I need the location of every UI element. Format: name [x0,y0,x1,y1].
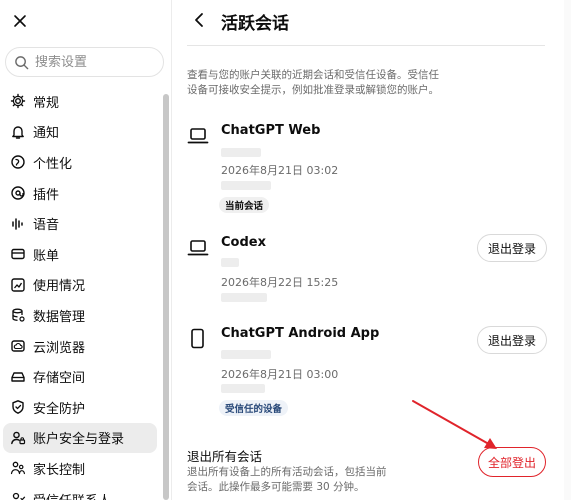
cloud-browser-icon [10,338,26,354]
divider [187,45,545,46]
sidebar-item-label: 数据管理 [33,309,86,325]
page-description: 查看与您的账户关联的近期会话和受信任设备。受信任设备可接收安全提示，例如批准登录… [187,69,439,96]
sidebar-item-plugins[interactable]: 插件 [3,178,157,209]
bell-icon [10,124,26,140]
sidebar-item-label: 语音 [33,218,60,234]
sidebar-item-billing[interactable]: 账单 [3,239,157,270]
sidebar-item-cloud-browser[interactable]: 云浏览器 [3,331,157,362]
session-date: 2026年8月21日 03:00 [221,368,339,381]
sidebar-item-label: 个性化 [33,156,73,172]
sidebar-item-label: 通知 [33,126,60,142]
sidebar-item-label: 常规 [33,95,60,111]
sidebar-item-security[interactable]: 安全防护 [3,392,157,423]
session-name: Codex [221,235,266,250]
sidebar-scrollbar[interactable] [163,94,169,500]
sidebar-item-label: 受信任联系人 [33,490,111,500]
database-icon [10,307,26,323]
session-name: ChatGPT Web [221,123,321,138]
logout-all-button[interactable]: 全部登出 [478,447,546,477]
settings-sidebar: 常规 通知 个性化 插件 语音 账单 使用情况 数据管理 [0,0,172,500]
sidebar-item-label: 使用情况 [33,279,86,295]
trusted-device-badge: 受信任的设备 [219,400,289,416]
page-title: 活跃会话 [221,14,289,34]
session-name: ChatGPT Android App [221,326,380,341]
sidebar-item-account-security[interactable]: 账户安全与登录 [3,422,157,454]
redacted-info [221,148,261,157]
user-lock-icon [10,430,26,446]
panel-scrollbar[interactable] [564,0,571,500]
sidebar-item-voice[interactable]: 语音 [3,208,157,239]
sidebar-item-usage[interactable]: 使用情况 [3,270,157,301]
sidebar-item-storage[interactable]: 存储空间 [3,361,157,392]
sidebar-item-data-controls[interactable]: 数据管理 [3,300,157,331]
search-icon [15,55,29,69]
sidebar-item-label: 家长控制 [33,462,86,478]
session-date: 2026年8月22日 15:25 [221,276,339,289]
sidebar-item-general[interactable]: 常规 [3,86,157,117]
sidebar-nav: 常规 通知 个性化 插件 语音 账单 使用情况 数据管理 云浏览器 存储空间 安… [3,86,157,500]
current-session-badge: 当前会话 [219,197,270,213]
sidebar-item-label: 云浏览器 [33,340,86,356]
search-input[interactable] [35,54,155,70]
logout-session-button[interactable]: 退出登录 [476,234,547,262]
redacted-info [221,181,271,190]
contact-icon [10,491,26,500]
laptop-icon [187,240,209,256]
phone-icon [191,328,204,349]
sidebar-item-personalization[interactable]: 个性化 [3,147,157,178]
plugin-icon [10,185,26,201]
close-icon [14,15,26,27]
sidebar-item-label: 存储空间 [33,371,86,387]
back-button[interactable] [187,8,211,32]
sidebar-item-notifications[interactable]: 通知 [3,117,157,148]
redacted-info [221,293,267,302]
redacted-info [221,384,265,393]
logout-all-title: 退出所有会话 [187,449,263,464]
personalize-icon [10,154,26,170]
logout-session-button[interactable]: 退出登录 [476,326,547,354]
storage-icon [10,369,26,385]
shield-icon [10,399,26,415]
sidebar-item-label: 安全防护 [33,401,86,417]
waveform-icon [10,216,26,232]
redacted-info [221,350,271,359]
sidebar-item-label: 账单 [33,248,60,264]
gear-icon [10,93,26,109]
laptop-icon [187,128,209,144]
close-button[interactable] [9,10,31,32]
sidebar-item-parental-controls[interactable]: 家长控制 [3,453,157,484]
active-sessions-panel: 活跃会话 查看与您的账户关联的近期会话和受信任设备。受信任设备可接收安全提示，例… [173,0,571,500]
logout-all-description: 退出所有设备上的所有活动会话，包括当前会话。此操作最多可能需要 30 分钟。 [187,466,387,493]
sidebar-item-trusted-contacts[interactable]: 受信任联系人 [3,484,157,500]
search-box[interactable] [5,47,164,77]
billing-icon [10,246,26,262]
family-icon [10,460,26,476]
redacted-info [221,258,239,267]
sidebar-item-label: 插件 [33,187,60,203]
session-date: 2026年8月21日 03:02 [221,164,339,177]
chevron-left-icon [195,13,203,27]
chart-icon [10,277,26,293]
sidebar-item-label: 账户安全与登录 [33,432,125,448]
